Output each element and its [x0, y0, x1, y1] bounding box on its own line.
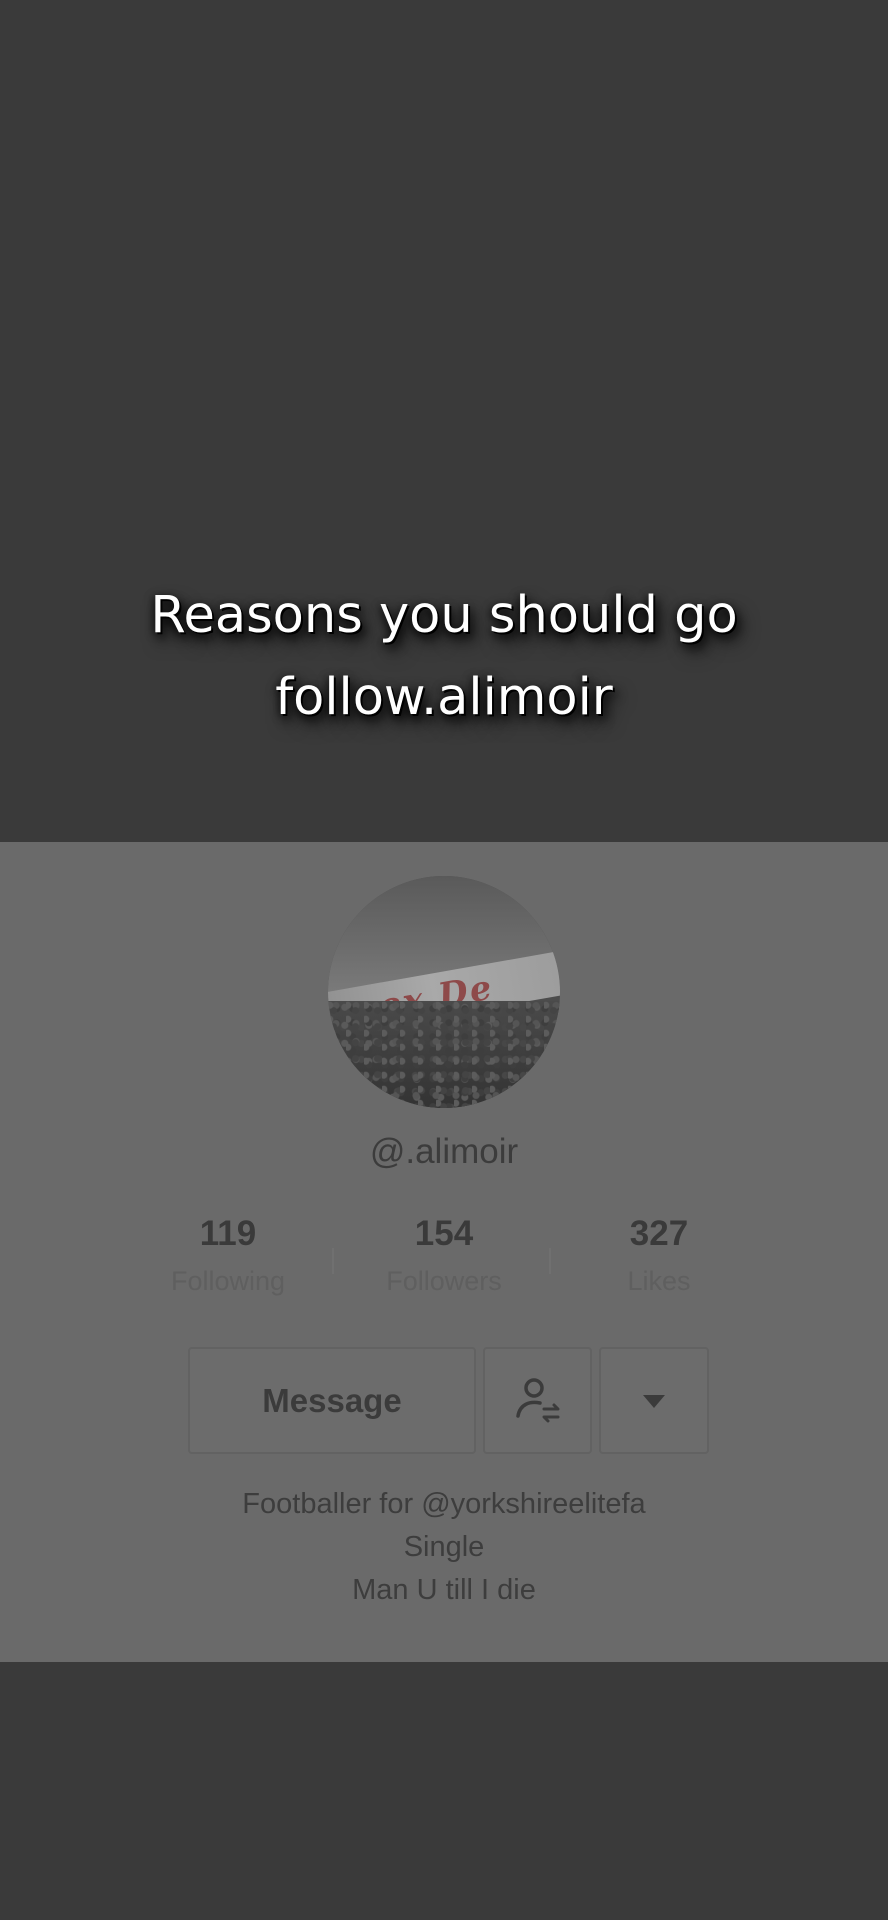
message-button-label: Message	[262, 1381, 402, 1419]
avatar[interactable]: sex De	[328, 876, 560, 1108]
caption-line-1: Reasons you should go	[150, 586, 738, 645]
stat-divider	[549, 1248, 551, 1274]
stat-followers[interactable]: 154 Followers	[344, 1212, 544, 1298]
caret-down-icon	[643, 1394, 665, 1408]
following-count: 119	[199, 1214, 257, 1253]
bio-line-2: Single	[403, 1531, 485, 1563]
stat-following[interactable]: 119 Following	[128, 1212, 328, 1298]
stat-divider	[332, 1248, 334, 1274]
caption-line-2: follow.alimoir	[275, 668, 613, 727]
bio-line-1: Footballer for @yorkshireelitefa	[242, 1488, 646, 1520]
bio-line-3: Man U till I die	[352, 1574, 536, 1606]
avatar-crowd	[328, 1001, 560, 1108]
friend-toggle-button[interactable]	[483, 1347, 592, 1454]
profile-bio: Footballer for @yorkshireelitefa Single …	[0, 1483, 888, 1612]
following-label: Following	[170, 1266, 286, 1296]
message-button[interactable]: Message	[188, 1347, 476, 1454]
add-friend-swap-icon	[515, 1377, 559, 1422]
stat-likes[interactable]: 327 Likes	[559, 1212, 759, 1298]
followers-count: 154	[414, 1214, 474, 1253]
profile-username: @.alimoir	[369, 1132, 519, 1171]
video-caption: Reasons you should go follow.alimoir	[0, 575, 888, 739]
likes-label: Likes	[627, 1266, 691, 1296]
more-options-button[interactable]	[599, 1347, 709, 1454]
followers-label: Followers	[386, 1266, 502, 1296]
likes-count: 327	[629, 1214, 689, 1253]
